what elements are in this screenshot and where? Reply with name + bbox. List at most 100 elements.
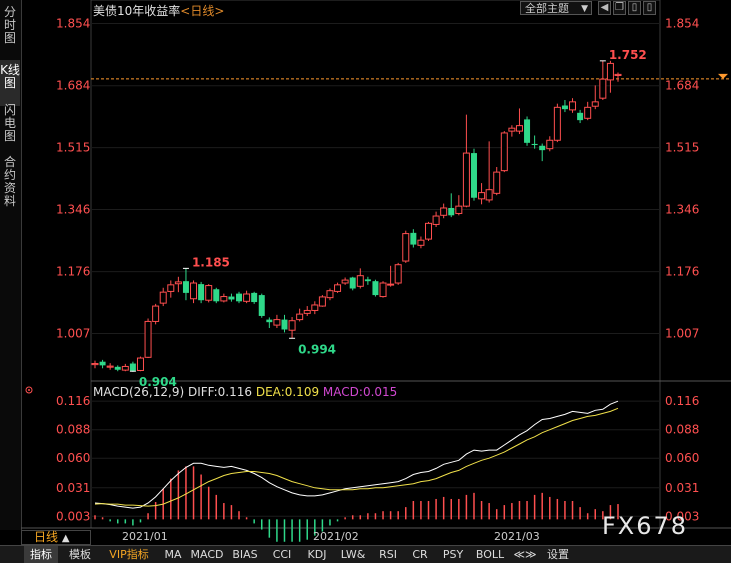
restore-icon[interactable]: ❐ — [613, 1, 626, 15]
candle-body-up — [553, 106, 561, 141]
candle — [281, 314, 288, 333]
candle — [167, 280, 175, 298]
candle — [500, 131, 508, 173]
candle — [159, 287, 167, 307]
candle-body-up — [220, 296, 228, 302]
candle — [303, 306, 311, 316]
price-tick-right: 1.176 — [665, 265, 699, 279]
candle — [243, 290, 251, 304]
back-icon[interactable]: ◀ — [598, 1, 611, 15]
candle — [591, 85, 599, 110]
macd-legend: MACD(26,12,9) DIFF:0.116 DEA:0.109 MACD:… — [93, 385, 397, 399]
candle-body-up — [440, 207, 448, 216]
candle-body-up — [341, 279, 349, 284]
candle — [493, 166, 501, 196]
price-tick-left: 1.346 — [56, 202, 90, 216]
candle — [311, 301, 319, 315]
toolbar-item-boll[interactable]: BOLL — [474, 546, 506, 563]
candle — [91, 360, 99, 369]
toolbar-item-lw[interactable]: LW& — [338, 546, 368, 563]
candle-body-up — [591, 101, 599, 107]
x-tick-label: 2021/01 — [122, 530, 168, 543]
candle — [448, 193, 455, 218]
candle — [121, 363, 129, 372]
diff-value: 0.116 — [217, 385, 253, 399]
price-annotation: 0.994 — [298, 342, 336, 356]
candle-body-up — [334, 284, 342, 292]
toolbar-item-bias[interactable]: BIAS — [228, 546, 262, 563]
toolbar-item-indicators[interactable]: 指标 — [24, 546, 58, 563]
toolbar-item-templates[interactable]: 模板 — [62, 546, 98, 563]
candle-body-up — [311, 304, 319, 311]
candle-body-up — [546, 139, 554, 150]
theme-selector[interactable]: 全部主题 ▼ — [520, 1, 592, 15]
price-tick-left: 1.515 — [56, 141, 90, 155]
candle — [341, 277, 349, 285]
candle-body-down — [349, 277, 356, 289]
candle — [182, 268, 189, 301]
candle — [394, 262, 402, 285]
candle — [410, 229, 417, 248]
candle-body-down — [372, 281, 379, 296]
dea-value: 0.109 — [284, 385, 320, 399]
candle — [136, 356, 144, 372]
candle — [258, 293, 265, 318]
candle — [432, 211, 440, 228]
close-panel-icon[interactable]: ▯ — [643, 1, 656, 15]
toolbar-item-macd[interactable]: MACD — [190, 546, 224, 563]
toolbar-item-kdj[interactable]: KDJ — [302, 546, 332, 563]
candle-body-up — [174, 281, 182, 285]
candle — [584, 101, 592, 121]
candle-body-up — [500, 132, 508, 172]
candle-body-up — [167, 284, 175, 292]
candle-body-up — [417, 239, 425, 246]
candle-body-down — [198, 284, 205, 301]
candle-body-up — [394, 264, 402, 284]
candle-body-up — [205, 285, 213, 301]
x-tick-label: 2021/02 — [313, 530, 359, 543]
candle — [129, 361, 136, 372]
candle — [606, 60, 614, 93]
candle-body-down — [129, 363, 136, 371]
candle-body-down — [410, 232, 417, 245]
toolbar-item-settings[interactable]: 设置 — [542, 546, 574, 563]
chevron-up-icon: ▲ — [61, 533, 70, 544]
toolbar-item-rsi[interactable]: RSI — [374, 546, 402, 563]
candle-body-down — [266, 319, 273, 323]
candle-body-up — [455, 205, 463, 214]
toolbar-item-scroll-icon[interactable]: ≪≫ — [512, 546, 538, 563]
candle — [144, 318, 152, 359]
instrument-name: 美债10年收益率 — [93, 4, 181, 18]
candle-body-up — [614, 73, 622, 76]
candle-body-up — [569, 101, 577, 111]
candle — [349, 276, 356, 291]
toolbar-item-cci[interactable]: CCI — [268, 546, 296, 563]
candle-body-up — [273, 319, 281, 326]
candle — [99, 359, 106, 369]
candle-body-up — [584, 106, 592, 119]
pin-icon[interactable]: ▯ — [628, 1, 641, 15]
candle-body-down — [577, 112, 584, 121]
toolbar-item-cr[interactable]: CR — [408, 546, 432, 563]
period-selector[interactable]: 日线 ▲ — [21, 530, 91, 545]
candle — [296, 308, 304, 322]
macd-tick-right: 0.088 — [665, 423, 699, 437]
chart-canvas[interactable]: 1.854 1.854 1.684 1.684 1.515 1.515 1.346 1.346… — [0, 0, 731, 545]
candle-body-up — [303, 309, 311, 314]
candle — [326, 288, 334, 301]
macd-tick-right: 0.060 — [665, 451, 699, 465]
candle-body-up — [144, 320, 152, 358]
candle-body-up — [296, 313, 304, 321]
toolbar-item-psy[interactable]: PSY — [438, 546, 468, 563]
candle — [470, 148, 477, 201]
macd-tick-right: 0.116 — [665, 394, 699, 408]
diff-legend: DIFF:0.116 — [187, 385, 253, 399]
candle — [425, 221, 433, 241]
macd-name: MACD — [322, 385, 359, 399]
toolbar-item-ma[interactable]: MA — [160, 546, 186, 563]
candle — [273, 314, 281, 329]
candle — [174, 276, 182, 293]
toolbar-item-vip[interactable]: VIP指标 — [104, 546, 154, 563]
candle-body-up — [425, 222, 433, 240]
candle — [577, 109, 584, 124]
